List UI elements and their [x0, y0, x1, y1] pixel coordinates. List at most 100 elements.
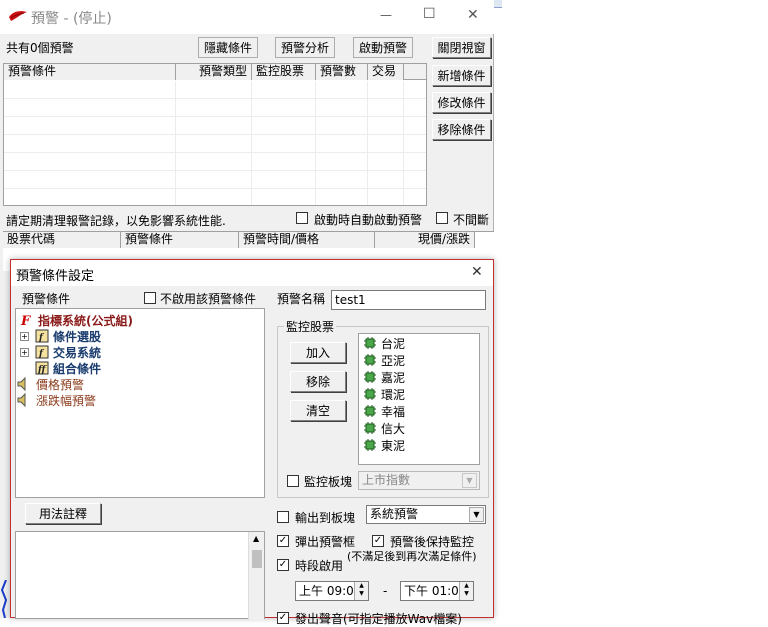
chip-icon [364, 354, 376, 366]
window-title: 預警 - (停止) [31, 11, 112, 27]
stock-item[interactable]: 幸福 [363, 403, 405, 419]
monitor-board-checkbox[interactable] [287, 475, 299, 487]
chip-icon [364, 405, 376, 417]
tree-item-stock-screening[interactable]: + f 條件選股 [20, 328, 101, 344]
background-window-edge [494, 0, 502, 8]
usage-notes-button[interactable]: 用法註釋 [25, 503, 101, 524]
start-time-picker[interactable]: 上午 09:0 ▲ ▼ [295, 581, 369, 601]
scrollbar[interactable]: ▲ [248, 532, 264, 620]
play-sound-checkbox[interactable]: ✓ [277, 612, 289, 624]
output-board-checkbox[interactable] [277, 511, 289, 523]
close-window-button[interactable]: ✕ [467, 7, 479, 23]
col-header-condition[interactable]: 預警條件 [4, 64, 176, 80]
auto-start-checkbox[interactable] [296, 212, 308, 224]
chevron-down-icon[interactable]: ▼ [469, 507, 484, 522]
monitor-stocks-title: 監控股票 [286, 320, 335, 334]
stock-item[interactable]: 信大 [363, 420, 405, 436]
speaker-icon [17, 377, 26, 391]
col-header-count[interactable]: 預警數 [316, 64, 368, 80]
stock-list[interactable]: 台泥 亞泥 嘉泥 環泥 幸福 信大 東泥 [358, 333, 480, 465]
chevron-down-icon: ▼ [462, 473, 477, 488]
popup-alert-label: 彈出預警框 [295, 535, 356, 549]
remove-stock-button[interactable]: 移除 [290, 371, 346, 392]
output-board-label: 輸出到板塊 [295, 511, 356, 525]
play-sound-label: 發出聲音(可指定播放Wav檔案) [295, 612, 462, 626]
speaker-icon [17, 393, 26, 407]
cleanup-note: 請定期清理報警記錄，以免影響系統性能. [6, 214, 226, 228]
end-time-picker[interactable]: 下午 01:0 ▲ ▼ [400, 581, 474, 601]
time-separator: - [383, 584, 388, 598]
minimize-button[interactable]: — [380, 8, 392, 22]
output-board-value: 系統預警 [370, 507, 419, 521]
background-desktop [494, 0, 768, 618]
spin-icon[interactable]: ▲ ▼ [354, 582, 368, 600]
tree-item-change-alert[interactable]: 漲跌幅預警 [16, 392, 96, 408]
usage-notes-textarea[interactable]: ▲ [15, 531, 265, 620]
continuous-label: 不間斷 [453, 213, 490, 227]
expand-icon[interactable]: + [20, 331, 29, 341]
tree-item-combined-condition[interactable]: ff 組合條件 [35, 360, 101, 376]
chip-icon [364, 439, 376, 451]
tree-item-price-alert[interactable]: 價格預警 [16, 376, 84, 392]
dialog-close-button[interactable]: ✕ [471, 264, 483, 280]
col-header-trade[interactable]: 交易 [368, 64, 404, 80]
clear-stocks-button[interactable]: 清空 [290, 400, 346, 421]
col-header-alert-condition[interactable]: 預警條件 [121, 232, 239, 248]
col-header-stocks[interactable]: 監控股票 [252, 64, 316, 80]
auto-start-label: 啟動時自動啟動預警 [314, 213, 423, 227]
col-header-price-change[interactable]: 現價/漲跌 [375, 232, 475, 248]
continuous-checkbox[interactable] [436, 212, 448, 224]
add-condition-button[interactable]: 新增條件 [432, 65, 491, 86]
close-view-button[interactable]: 關閉視窗 [432, 37, 491, 58]
condition-label: 預警條件 [22, 292, 71, 306]
tree-item-trading-system[interactable]: + f 交易系統 [20, 344, 101, 360]
title-bar: 預警 - (停止) — ☐ ✕ [0, 0, 494, 34]
time-period-label: 時段啟用 [295, 559, 344, 573]
remove-condition-button[interactable]: 移除條件 [432, 119, 491, 140]
start-alert-button[interactable]: 啟動預警 [353, 37, 413, 58]
alert-table-body [4, 81, 426, 205]
edit-condition-button[interactable]: 修改條件 [432, 92, 491, 113]
alert-name-input[interactable] [331, 290, 486, 310]
stock-item[interactable]: 環泥 [363, 386, 405, 402]
keep-monitoring-note: (不滿足後到再次滿足條件) [347, 550, 477, 563]
col-header-alert-time[interactable]: 預警時間/價格 [239, 232, 375, 248]
scroll-up-icon[interactable]: ▲ [253, 534, 259, 543]
alert-name-label: 預警名稱 [277, 292, 326, 306]
stock-item[interactable]: 嘉泥 [363, 369, 405, 385]
expand-icon[interactable]: + [20, 347, 29, 357]
add-stock-button[interactable]: 加入 [290, 342, 346, 363]
keep-monitoring-checkbox[interactable]: ✓ [372, 535, 384, 547]
alert-table[interactable]: 預警條件 預警類型 監控股票 預警數 交易 [3, 63, 427, 206]
col-header-type[interactable]: 預警類型 [176, 64, 252, 80]
formula-doc-icon: f [35, 345, 49, 359]
formula-flag-icon: F [20, 314, 31, 327]
time-period-checkbox[interactable]: ✓ [277, 559, 289, 571]
hide-conditions-button[interactable]: 隱藏條件 [198, 37, 258, 58]
alert-analysis-button[interactable]: 預警分析 [275, 37, 335, 58]
end-time-value: 下午 01:0 [404, 584, 459, 598]
tree-item-indicator-system[interactable]: F 指標系統(公式組) [20, 312, 133, 328]
maximize-button[interactable]: ☐ [423, 6, 436, 22]
chip-icon [364, 422, 376, 434]
monitor-board-label: 監控板塊 [304, 475, 353, 489]
alert-count-text: 共有0個預警 [6, 41, 74, 55]
alert-table-header: 預警條件 預警類型 監控股票 預警數 交易 [4, 64, 426, 80]
chip-icon [364, 388, 376, 400]
chip-icon [364, 371, 376, 383]
dialog-title-bar: 預警條件設定 ✕ [11, 260, 493, 286]
stock-item[interactable]: 亞泥 [363, 352, 405, 368]
svg-text:F: F [20, 314, 31, 327]
scroll-thumb[interactable] [252, 550, 262, 568]
col-header-stock-code[interactable]: 股票代碼 [3, 232, 121, 248]
spin-icon[interactable]: ▲ ▼ [459, 582, 473, 600]
stock-item[interactable]: 東泥 [363, 437, 405, 453]
stock-item[interactable]: 台泥 [363, 335, 405, 351]
formula-doc-icon: f [35, 329, 49, 343]
output-board-select[interactable]: 系統預警 ▼ [366, 505, 486, 524]
formula-doc-icon: ff [35, 361, 49, 375]
condition-tree[interactable]: F 指標系統(公式組) + f 條件選股 + f 交易系統 ff 組合條件 價格… [15, 308, 265, 498]
board-select-value: 上市指數 [362, 473, 411, 487]
disable-condition-checkbox[interactable] [144, 292, 156, 304]
popup-alert-checkbox[interactable]: ✓ [277, 535, 289, 547]
